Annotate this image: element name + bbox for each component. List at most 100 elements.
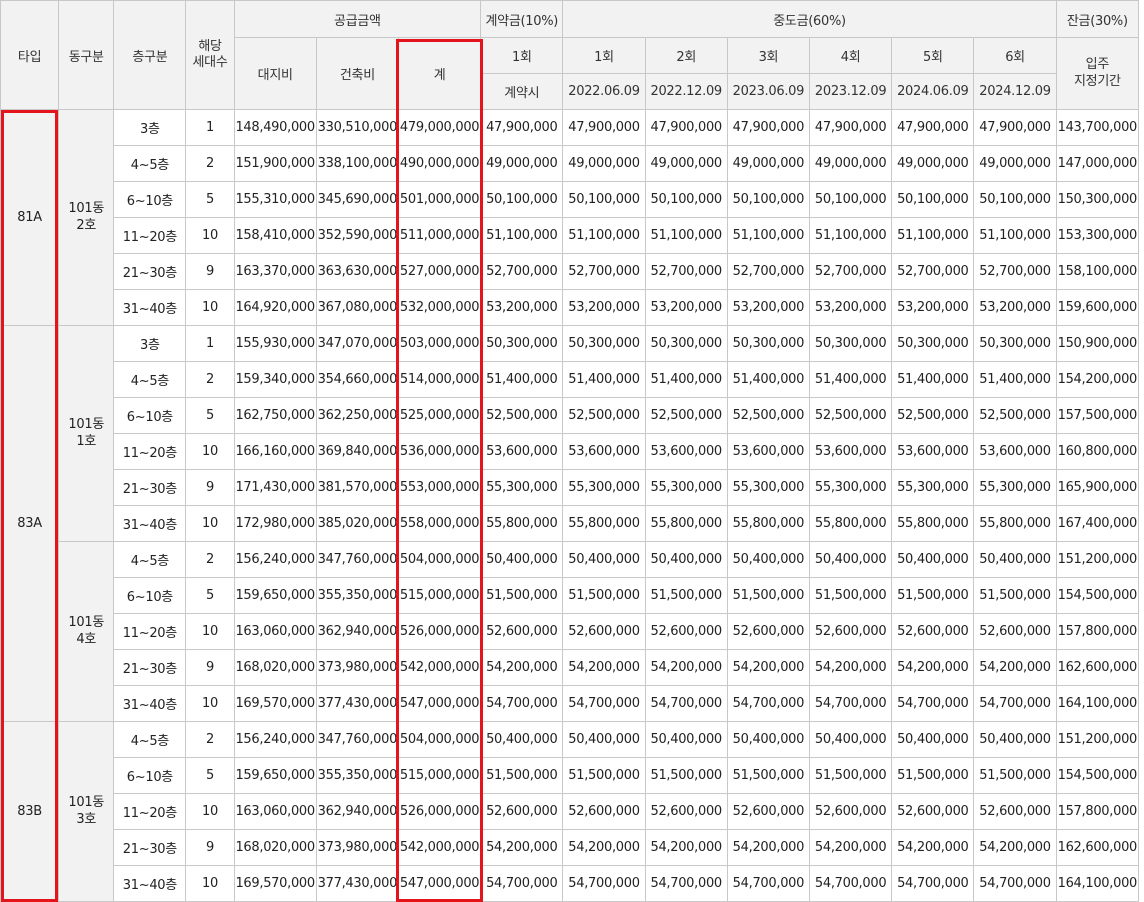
table-row: 101동 4호 4~5층 2 156,240,000 347,760,000 504,000… — [1, 541, 1140, 722]
balance-cell: 167,400,000 — [1055, 505, 1140, 542]
land-cost-cell: 163,060,000 — [233, 793, 317, 830]
middle-payment-4-cell: 49,000,000 — [808, 145, 893, 182]
table-row: 21~30층 9 168,020,000 373,980,000 542,000,000… — [1, 829, 1140, 866]
middle-payment-5-cell: 52,500,000 — [891, 397, 975, 434]
middle-payment-3-cell: 50,100,000 — [726, 181, 811, 218]
middle-payment-1-cell: 50,300,000 — [562, 325, 646, 362]
land-cost-cell: 158,410,000 — [233, 217, 317, 254]
balance-cell: 154,500,000 — [1055, 757, 1140, 794]
dong-cell: 101동 4호 — [58, 541, 115, 722]
land-cost-cell: 156,240,000 — [233, 541, 317, 578]
middle-payment-2-cell: 53,200,000 — [644, 289, 728, 326]
middle-payment-5-cell: 50,300,000 — [891, 325, 975, 362]
middle-payment-5-cell: 51,500,000 — [891, 577, 975, 614]
households-cell: 2 — [185, 145, 235, 182]
middle-payment-4-cell: 51,100,000 — [808, 217, 893, 254]
middle-payment-6-cell: 54,700,000 — [973, 865, 1057, 902]
total-cell: 525,000,000 — [397, 397, 482, 434]
middle-payment-4-cell: 53,600,000 — [808, 433, 893, 470]
households-cell: 10 — [185, 793, 235, 830]
header-supply: 공급금액 — [233, 0, 482, 38]
middle-payment-2-cell: 54,200,000 — [644, 829, 728, 866]
header-installment: 1회 — [562, 37, 646, 74]
header-contract: 계약금(10%) — [480, 0, 564, 38]
households-cell: 10 — [185, 289, 235, 326]
middle-payment-5-cell: 54,200,000 — [891, 649, 975, 686]
floor-cell: 4~5층 — [113, 361, 187, 398]
middle-payment-6-cell: 50,100,000 — [973, 181, 1057, 218]
building-cost-cell: 385,020,000 — [315, 505, 399, 542]
header-date: 2022.06.09 — [562, 73, 646, 110]
type-cell: 83B — [0, 721, 60, 902]
households-cell: 10 — [185, 865, 235, 902]
total-cell: 514,000,000 — [397, 361, 482, 398]
floor-cell: 11~20층 — [113, 613, 187, 650]
building-cost-cell: 347,760,000 — [315, 541, 399, 578]
middle-payment-3-cell: 54,700,000 — [726, 865, 811, 902]
middle-payment-6-cell: 51,500,000 — [973, 577, 1057, 614]
middle-payment-1-cell: 47,900,000 — [562, 109, 646, 146]
middle-payment-6-cell: 51,500,000 — [973, 757, 1057, 794]
land-cost-cell: 163,370,000 — [233, 253, 317, 290]
land-cost-cell: 155,310,000 — [233, 181, 317, 218]
building-cost-cell: 381,570,000 — [315, 469, 399, 506]
contract-cell: 47,900,000 — [480, 109, 564, 146]
land-cost-cell: 159,650,000 — [233, 757, 317, 794]
middle-payment-6-cell: 55,300,000 — [973, 469, 1057, 506]
contract-cell: 51,500,000 — [480, 757, 564, 794]
header-dong-group: 동구분 — [58, 0, 115, 110]
households-cell: 10 — [185, 217, 235, 254]
middle-payment-1-cell: 54,200,000 — [562, 649, 646, 686]
building-cost-cell: 369,840,000 — [315, 433, 399, 470]
middle-payment-2-cell: 50,400,000 — [644, 541, 728, 578]
table-row: 4~5층 2 151,900,000 338,100,000 490,000,000 49… — [1, 145, 1140, 182]
middle-payment-3-cell: 54,700,000 — [726, 685, 811, 722]
middle-payment-1-cell: 52,500,000 — [562, 397, 646, 434]
building-cost-cell: 355,350,000 — [315, 577, 399, 614]
table-header: 타입 동구분 층구분 해당 세대수 공급금액 계약금(10%) 중도금(60%)… — [0, 0, 1140, 110]
table-row: 6~10층 5 159,650,000 355,350,000 515,000,000 5… — [1, 577, 1140, 614]
building-cost-cell: 352,590,000 — [315, 217, 399, 254]
table-row: 11~20층 10 163,060,000 362,940,000 526,000,00… — [1, 613, 1140, 650]
middle-payment-3-cell: 52,600,000 — [726, 793, 811, 830]
table-row: 21~30층 9 163,370,000 363,630,000 527,000,000… — [1, 253, 1140, 290]
building-cost-cell: 377,430,000 — [315, 685, 399, 722]
middle-payment-4-cell: 54,200,000 — [808, 649, 893, 686]
contract-cell: 49,000,000 — [480, 145, 564, 182]
header-households: 해당 세대수 — [185, 0, 235, 110]
middle-payment-2-cell: 52,600,000 — [644, 793, 728, 830]
middle-payment-3-cell: 49,000,000 — [726, 145, 811, 182]
middle-payment-5-cell: 54,200,000 — [891, 829, 975, 866]
middle-payment-4-cell: 52,700,000 — [808, 253, 893, 290]
middle-payment-6-cell: 50,400,000 — [973, 721, 1057, 758]
table-row: 6~10층 5 159,650,000 355,350,000 515,000,000 5… — [1, 757, 1140, 794]
table-row: 31~40층 10 164,920,000 367,080,000 532,000,00… — [1, 289, 1140, 326]
middle-payment-4-cell: 50,300,000 — [808, 325, 893, 362]
contract-cell: 51,500,000 — [480, 577, 564, 614]
middle-payment-4-cell: 54,200,000 — [808, 829, 893, 866]
floor-cell: 4~5층 — [113, 541, 187, 578]
middle-payment-1-cell: 49,000,000 — [562, 145, 646, 182]
type-cell: 83A — [0, 325, 60, 722]
dong-line1: 101동 — [68, 795, 104, 811]
middle-payment-4-cell: 51,400,000 — [808, 361, 893, 398]
middle-payment-5-cell: 52,700,000 — [891, 253, 975, 290]
households-cell: 2 — [185, 361, 235, 398]
dong-line2: 2호 — [76, 217, 97, 233]
floor-cell: 4~5층 — [113, 721, 187, 758]
header-land: 대지비 — [233, 37, 317, 110]
households-cell: 10 — [185, 433, 235, 470]
land-cost-cell: 164,920,000 — [233, 289, 317, 326]
middle-payment-4-cell: 51,500,000 — [808, 577, 893, 614]
building-cost-cell: 377,430,000 — [315, 865, 399, 902]
middle-payment-6-cell: 53,200,000 — [973, 289, 1057, 326]
table-row: 31~40층 10 169,570,000 377,430,000 547,000,00… — [1, 685, 1140, 722]
header-building: 건축비 — [315, 37, 399, 110]
table-row: 81A 101동 2호 3층 1 148,490,000 330,510,000 479,00… — [0, 109, 1140, 326]
header-balance-sub: 입주 지정기간 — [1055, 37, 1140, 110]
building-cost-cell: 362,940,000 — [315, 793, 399, 830]
contract-cell: 52,500,000 — [480, 397, 564, 434]
balance-cell: 150,900,000 — [1055, 325, 1140, 362]
middle-payment-6-cell: 54,700,000 — [973, 685, 1057, 722]
households-cell: 10 — [185, 613, 235, 650]
